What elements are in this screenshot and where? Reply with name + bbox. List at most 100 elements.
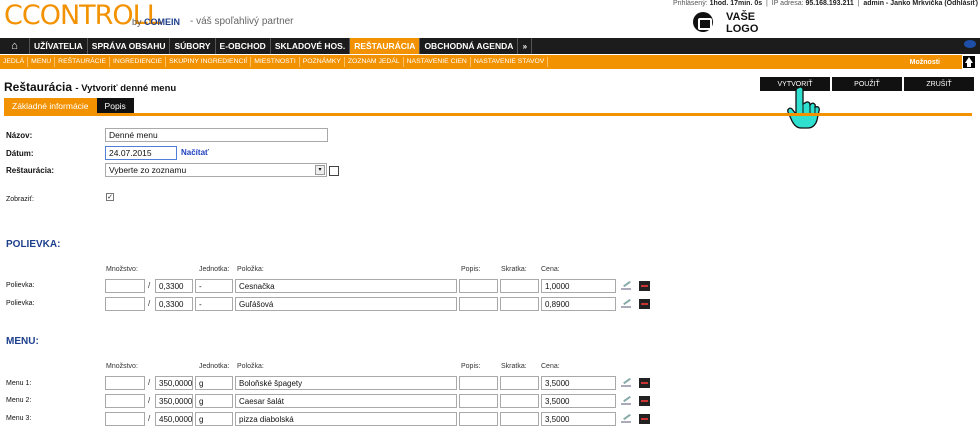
tab-basic-info[interactable]: Základné informácie — [4, 98, 97, 113]
item-input[interactable]: Caesar šalát — [235, 394, 457, 408]
price-input[interactable]: 0,8900 — [541, 297, 616, 311]
desc-input[interactable] — [459, 412, 498, 426]
nav-business[interactable]: OBCHODNÁ AGENDA — [420, 38, 519, 54]
nav-users[interactable]: UŽÍVATELIA — [30, 38, 88, 54]
amount-input[interactable]: 350,0000 — [155, 394, 193, 408]
delete-icon[interactable] — [639, 396, 650, 406]
nav-restaurant[interactable]: REŠTAURÁCIA — [350, 38, 421, 54]
load-link[interactable]: Načítať — [181, 148, 209, 157]
price-input[interactable]: 3,5000 — [541, 394, 616, 408]
slash-separator: / — [148, 281, 151, 290]
subnav-item[interactable]: ZOZNAM JEDÁL — [345, 57, 404, 67]
subnav-item[interactable]: NASTAVENIE STAVOV — [471, 57, 549, 67]
item-input[interactable]: pizza diabolská — [235, 412, 457, 426]
col-unit: Jednotka: — [199, 266, 230, 273]
qty-input[interactable] — [105, 297, 145, 311]
item-input[interactable]: Cesnačka — [235, 279, 457, 293]
delete-icon[interactable] — [639, 414, 650, 424]
subnav-item[interactable]: REŠTAURÁCIE — [55, 57, 111, 67]
cancel-button[interactable]: ZRUŠIŤ — [904, 77, 974, 91]
unit-input[interactable]: g — [195, 394, 233, 408]
abbr-input[interactable] — [500, 279, 539, 293]
desc-input[interactable] — [459, 394, 498, 408]
amount-input[interactable]: 450,0000 — [155, 412, 193, 426]
item-input[interactable]: Boloňské špagety — [235, 376, 457, 390]
edit-icon[interactable] — [621, 415, 631, 423]
qty-input[interactable] — [105, 394, 145, 408]
col-quantity: Množstvo: — [106, 363, 138, 370]
date-input[interactable]: 24.07.2015 — [105, 146, 177, 160]
slash-separator: / — [148, 378, 151, 387]
form-tabs: Základné informácie Popis — [4, 98, 134, 113]
edit-icon[interactable] — [621, 300, 631, 308]
unit-input[interactable]: - — [195, 279, 233, 293]
row-label: Menu 3: — [6, 415, 32, 422]
subnav-item[interactable]: INGREDIENCIE — [110, 57, 167, 67]
subnav-item[interactable]: NASTAVENIE CIEN — [404, 57, 471, 67]
subnav-item[interactable]: MIESTNOSTI — [251, 57, 300, 67]
scroll-top-icon[interactable] — [962, 55, 976, 69]
name-input[interactable]: Denné menu — [105, 128, 328, 142]
col-unit: Jednotka: — [199, 363, 230, 370]
amount-input[interactable]: 0,3300 — [155, 297, 193, 311]
show-checkbox[interactable]: ✓ — [106, 193, 114, 201]
nav-files[interactable]: SÚBORY — [170, 38, 216, 54]
col-item: Položka: — [237, 266, 264, 273]
abbr-input[interactable] — [500, 376, 539, 390]
delete-icon[interactable] — [639, 378, 650, 388]
nav-content[interactable]: SPRÁVA OBSAHU — [88, 38, 171, 54]
abbr-input[interactable] — [500, 394, 539, 408]
qty-input[interactable] — [105, 279, 145, 293]
subnav-item[interactable]: SKUPINY INGREDIENCIÍ — [166, 57, 252, 67]
desc-input[interactable] — [459, 297, 498, 311]
abbr-input[interactable] — [500, 297, 539, 311]
unit-input[interactable]: g — [195, 376, 233, 390]
unit-input[interactable]: - — [195, 297, 233, 311]
subnav-item[interactable]: MENU — [28, 57, 56, 67]
restaurant-select[interactable]: Vyberte zo zoznamu ▾ — [105, 163, 327, 177]
tab-description[interactable]: Popis — [96, 98, 134, 113]
name-label: Názov: — [6, 131, 33, 140]
item-input[interactable]: Guľášová — [235, 297, 457, 311]
home-icon[interactable]: ⌂ — [0, 38, 30, 54]
logo-company: COMEIN — [144, 17, 181, 27]
qty-input[interactable] — [105, 376, 145, 390]
session-user: admin - Janko Mrkvička — [863, 0, 943, 7]
edit-icon[interactable] — [621, 397, 631, 405]
delete-icon[interactable] — [639, 281, 650, 291]
tab-divider — [4, 113, 972, 116]
col-abbr: Skratka: — [501, 363, 527, 370]
page-title: Reštaurácia - Vytvoriť denné menu — [4, 80, 176, 94]
top-header: CCONTROLL by COMEIN - váš spoľahlivý par… — [0, 0, 980, 38]
user-icon[interactable] — [964, 40, 976, 48]
subnav-item[interactable]: JEDLÁ — [0, 57, 29, 67]
qty-input[interactable] — [105, 412, 145, 426]
price-input[interactable]: 3,5000 — [541, 376, 616, 390]
abbr-input[interactable] — [500, 412, 539, 426]
client-logo: VAŠE LOGO — [726, 11, 759, 35]
col-price: Cena: — [541, 266, 560, 273]
subnav-item[interactable]: POZNÁMKY — [300, 57, 345, 67]
options-menu[interactable]: Možnosti — [910, 59, 940, 66]
nav-eshop[interactable]: E-OBCHOD — [216, 38, 271, 54]
apply-button[interactable]: POUŽIŤ — [832, 77, 902, 91]
nav-more[interactable]: » — [518, 38, 533, 54]
col-abbr: Skratka: — [501, 266, 527, 273]
external-link-icon[interactable] — [329, 166, 339, 176]
logout-link[interactable]: (Odhlásiť) — [944, 0, 978, 7]
unit-input[interactable]: g — [195, 412, 233, 426]
session-ip: 95.168.193.211 — [805, 0, 854, 7]
delete-icon[interactable] — [639, 299, 650, 309]
restaurant-label: Reštaurácia: — [6, 166, 55, 175]
tagline: - váš spoľahlivý partner — [190, 16, 294, 27]
desc-input[interactable] — [459, 279, 498, 293]
chevron-down-icon[interactable]: ▾ — [315, 165, 325, 175]
price-input[interactable]: 3,5000 — [541, 412, 616, 426]
price-input[interactable]: 1,0000 — [541, 279, 616, 293]
desc-input[interactable] — [459, 376, 498, 390]
amount-input[interactable]: 0,3300 — [155, 279, 193, 293]
nav-warehouse[interactable]: SKLADOVÉ HOS. — [271, 38, 351, 54]
edit-icon[interactable] — [621, 282, 631, 290]
amount-input[interactable]: 350,0000 — [155, 376, 193, 390]
edit-icon[interactable] — [621, 379, 631, 387]
